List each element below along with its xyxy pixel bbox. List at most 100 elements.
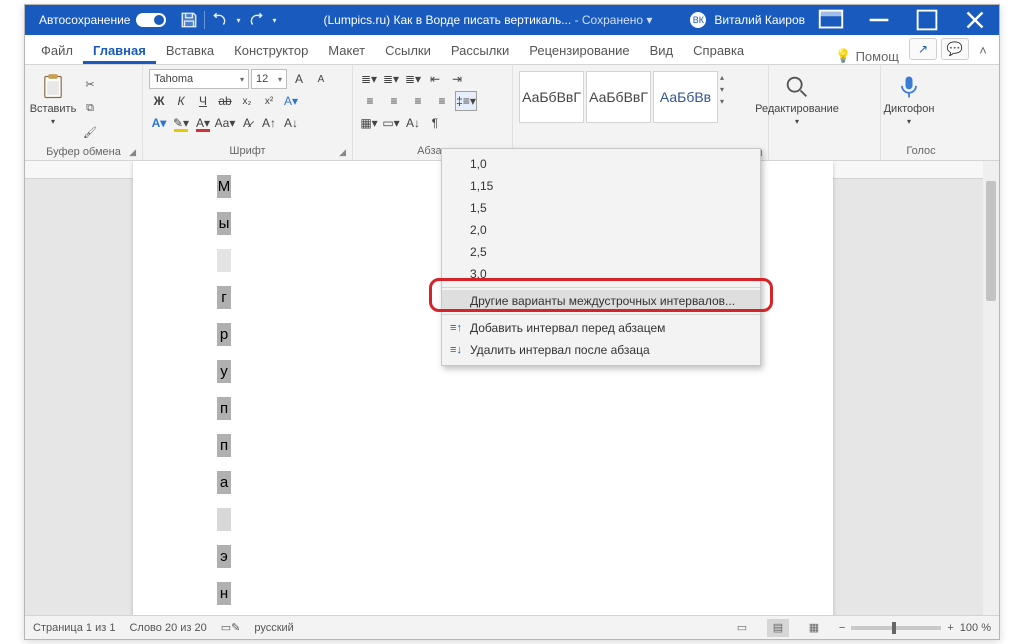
font-size-combo[interactable]: 12▾ (251, 69, 287, 89)
justify-icon[interactable]: ≡ (431, 91, 453, 111)
clear-format-icon[interactable]: A̷ (237, 113, 257, 133)
sort-icon[interactable]: A↓ (403, 113, 423, 133)
style-normal[interactable]: АаБбВвГ (519, 71, 584, 123)
tell-me[interactable]: 💡Помощ (829, 48, 905, 64)
superscript-button[interactable]: x² (259, 91, 279, 111)
language-status[interactable]: русский (254, 622, 293, 634)
shading-icon[interactable]: ▦▾ (359, 113, 379, 133)
collapse-ribbon-icon[interactable]: ˄ (973, 43, 993, 64)
dictate-button[interactable]: Диктофон ▾ (887, 69, 931, 126)
cut-icon[interactable]: ✂ (79, 73, 101, 95)
clipboard-icon (39, 73, 67, 101)
undo-icon[interactable] (211, 11, 229, 29)
paste-button[interactable]: Вставить ▾ (31, 69, 75, 126)
group-font: Tahoma▾ 12▾ A A Ж К Ч ab x₂ x² A▾ (143, 65, 353, 160)
format-painter-icon[interactable]: 🖌 (79, 121, 101, 143)
align-left-icon[interactable]: ≡ (359, 91, 381, 111)
font-name-combo[interactable]: Tahoma▾ (149, 69, 249, 89)
style-heading1[interactable]: АаБбВв (653, 71, 718, 123)
align-right-icon[interactable]: ≡ (407, 91, 429, 111)
zoom-controls: − + 100 % (839, 622, 991, 634)
status-bar: Страница 1 из 1 Слово 20 из 20 ▭✎ русски… (25, 615, 999, 639)
tab-file[interactable]: Файл (31, 37, 83, 64)
autosave-toggle[interactable]: Автосохранение (25, 13, 174, 27)
spacing-options-more[interactable]: Другие варианты междустрочных интервалов… (442, 290, 760, 312)
text-effects-icon[interactable]: A▾ (281, 91, 301, 111)
zoom-in-icon[interactable]: + (947, 622, 953, 634)
tab-help[interactable]: Справка (683, 37, 754, 64)
shrink-font2-icon[interactable]: A↓ (281, 113, 301, 133)
copy-icon[interactable]: ⧉ (79, 97, 101, 119)
option-text: 1,15 (470, 179, 493, 193)
style-nospacing[interactable]: АаБбВвГ (586, 71, 651, 123)
multilevel-icon[interactable]: ≣▾ (403, 69, 423, 89)
spacing-option-1[interactable]: 1,0 (442, 153, 760, 175)
italic-button[interactable]: К (171, 91, 191, 111)
comments-button[interactable]: 💬 (941, 38, 969, 60)
text-effects2-icon[interactable]: A▾ (149, 113, 169, 133)
vertical-scrollbar[interactable] (983, 161, 999, 615)
bold-button[interactable]: Ж (149, 91, 169, 111)
read-mode-icon[interactable]: ▭ (731, 619, 753, 637)
tab-mailings[interactable]: Рассылки (441, 37, 519, 64)
dialog-launcher-icon[interactable]: ◢ (339, 147, 346, 158)
space-after-icon: ≡↓ (448, 344, 464, 356)
change-case-icon[interactable]: Aa▾ (215, 113, 235, 133)
zoom-out-icon[interactable]: − (839, 622, 845, 634)
underline-button[interactable]: Ч (193, 91, 213, 111)
tab-references[interactable]: Ссылки (375, 37, 441, 64)
styles-more-icon[interactable]: ▴▾▾ (720, 71, 736, 106)
saved-state[interactable]: - Сохранено ▾ (575, 13, 653, 27)
dec-indent-icon[interactable]: ⇤ (425, 69, 445, 89)
tab-review[interactable]: Рецензирование (519, 37, 639, 64)
spacing-option-3[interactable]: 3,0 (442, 263, 760, 285)
spellcheck-icon[interactable]: ▭✎ (221, 621, 241, 634)
spacing-option-1-5[interactable]: 1,5 (442, 197, 760, 219)
find-button[interactable]: Редактирование ▾ (775, 69, 819, 126)
line-spacing-button[interactable]: ‡≡▾ (455, 91, 477, 111)
align-center-icon[interactable]: ≡ (383, 91, 405, 111)
inc-indent-icon[interactable]: ⇥ (447, 69, 467, 89)
maximize-button[interactable] (905, 5, 949, 35)
autosave-label: Автосохранение (39, 13, 130, 27)
font-color-icon[interactable]: A▾ (193, 113, 213, 133)
highlight-icon[interactable]: ✎▾ (171, 113, 191, 133)
minimize-button[interactable] (857, 5, 901, 35)
tab-design[interactable]: Конструктор (224, 37, 318, 64)
undo-more-icon[interactable]: ▾ (233, 11, 243, 29)
show-marks-icon[interactable]: ¶ (425, 113, 445, 133)
tab-insert[interactable]: Вставка (156, 37, 224, 64)
page-status[interactable]: Страница 1 из 1 (33, 622, 115, 634)
bullets-icon[interactable]: ≣▾ (359, 69, 379, 89)
strike-button[interactable]: ab (215, 91, 235, 111)
shrink-font-icon[interactable]: A (311, 69, 331, 89)
space-before-icon: ≡↑ (448, 322, 464, 334)
grow-font2-icon[interactable]: A↑ (259, 113, 279, 133)
print-layout-icon[interactable]: ▤ (767, 619, 789, 637)
redo-icon[interactable] (247, 11, 265, 29)
dialog-launcher-icon[interactable]: ◢ (129, 147, 136, 158)
numbering-icon[interactable]: ≣▾ (381, 69, 401, 89)
spacing-option-2[interactable]: 2,0 (442, 219, 760, 241)
tab-view[interactable]: Вид (640, 37, 684, 64)
user-avatar-icon[interactable]: ВК (690, 12, 706, 28)
spacing-option-2-5[interactable]: 2,5 (442, 241, 760, 263)
qat-more-icon[interactable]: ▾ (269, 11, 279, 29)
close-button[interactable] (953, 5, 997, 35)
web-layout-icon[interactable]: ▦ (803, 619, 825, 637)
tab-home[interactable]: Главная (83, 37, 156, 64)
ribbon-display-icon[interactable] (809, 5, 853, 35)
remove-space-after[interactable]: ≡↓Удалить интервал после абзаца (442, 339, 760, 361)
spacing-option-1-15[interactable]: 1,15 (442, 175, 760, 197)
subscript-button[interactable]: x₂ (237, 91, 257, 111)
borders-icon[interactable]: ▭▾ (381, 113, 401, 133)
save-icon[interactable] (180, 11, 198, 29)
share-button[interactable]: ↗ (909, 38, 937, 60)
grow-font-icon[interactable]: A (289, 69, 309, 89)
zoom-slider[interactable] (851, 626, 941, 630)
zoom-value[interactable]: 100 % (960, 622, 991, 634)
user-name[interactable]: Виталий Каиров (714, 13, 805, 27)
tab-layout[interactable]: Макет (318, 37, 375, 64)
add-space-before[interactable]: ≡↑Добавить интервал перед абзацем (442, 317, 760, 339)
word-count[interactable]: Слово 20 из 20 (129, 622, 206, 634)
